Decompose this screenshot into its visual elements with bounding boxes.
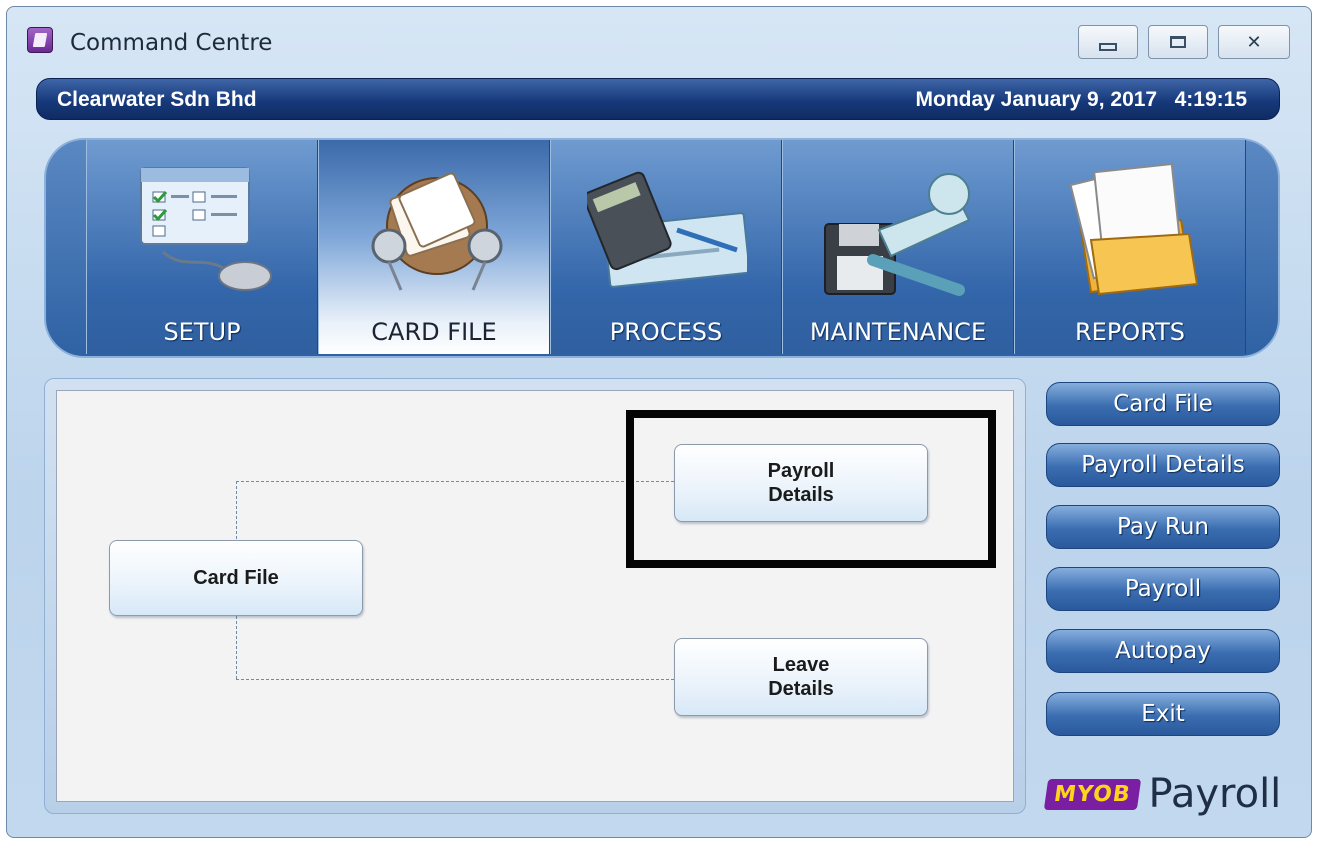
connector-line (236, 679, 674, 680)
setup-icon (140, 167, 272, 291)
close-button[interactable]: ✕ (1218, 25, 1290, 59)
date-time: Monday January 9, 2017 4:19:15 (915, 88, 1248, 111)
window-title: Command Centre (70, 30, 273, 56)
tab-process-label: PROCESS (609, 318, 723, 346)
side-button-autopay[interactable]: Autopay (1046, 629, 1280, 673)
company-header-bar: Clearwater Sdn Bhd Monday January 9, 201… (36, 78, 1280, 120)
calculator-cheque-icon (587, 171, 747, 288)
tab-reports-label: REPORTS (1074, 318, 1186, 346)
leave-details-node-button[interactable]: Leave Details (674, 638, 928, 716)
side-button-pay-run[interactable]: Pay Run (1046, 505, 1280, 549)
disk-wrench-icon (824, 173, 971, 296)
tab-card-file[interactable]: CARD FILE (318, 140, 550, 354)
title-bar: Command Centre ✕ (0, 0, 1317, 72)
tab-card-file-label: CARD FILE (371, 318, 497, 346)
tab-reports[interactable]: REPORTS (1014, 140, 1246, 354)
card-file-node-button[interactable]: Card File (109, 540, 363, 616)
side-button-payroll-details[interactable]: Payroll Details (1046, 443, 1280, 487)
side-button-card-file[interactable]: Card File (1046, 382, 1280, 426)
brand-product-name: Payroll (1148, 771, 1282, 817)
brand-logo: MYOB Payroll (1043, 770, 1282, 818)
close-icon: ✕ (1246, 31, 1262, 52)
rolodex-icon (371, 172, 503, 291)
minimize-button[interactable] (1078, 25, 1138, 59)
reports-folder-icon (1069, 162, 1199, 296)
connector-line (236, 481, 674, 482)
highlight-box (626, 410, 996, 568)
tab-process[interactable]: PROCESS (550, 140, 782, 354)
tab-maintenance-label: MAINTENANCE (809, 318, 987, 346)
myob-logo: MYOB (1043, 778, 1141, 810)
tab-maintenance[interactable]: MAINTENANCE (782, 140, 1014, 354)
side-button-payroll[interactable]: Payroll (1046, 567, 1280, 611)
side-button-exit[interactable]: Exit (1046, 692, 1280, 736)
app-icon (27, 27, 53, 53)
minimize-icon (1099, 43, 1117, 51)
maximize-button[interactable] (1148, 25, 1208, 59)
maximize-icon (1170, 36, 1186, 48)
company-name: Clearwater Sdn Bhd (57, 88, 257, 111)
tab-setup[interactable]: SETUP (86, 140, 318, 354)
tab-setup-label: SETUP (163, 318, 241, 346)
